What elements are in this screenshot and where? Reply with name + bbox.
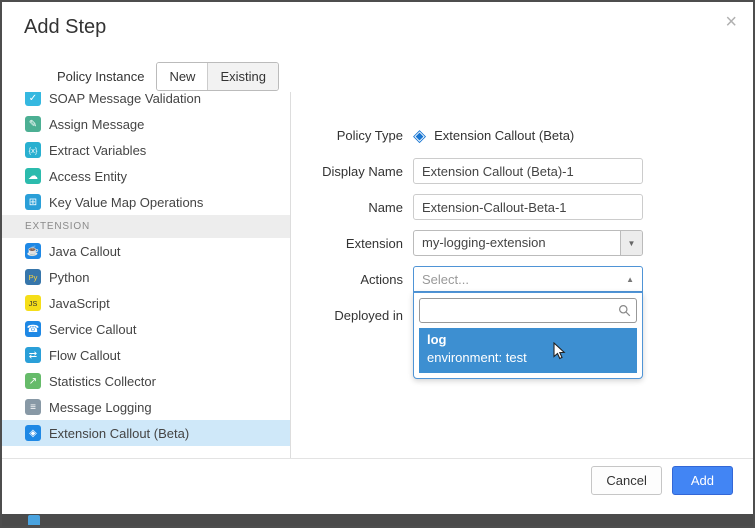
extension-select-value: my-logging-extension <box>414 231 620 255</box>
actions-option-title: log <box>427 331 629 349</box>
add-step-modal: Add Step × Policy Instance New Existing … <box>2 2 753 514</box>
policy-item-label: Extension Callout (Beta) <box>49 426 189 441</box>
extension-callout-policy-icon: ◈ <box>413 127 426 144</box>
access-entity-icon: ☁ <box>25 168 41 184</box>
policy-item-label: Service Callout <box>49 322 136 337</box>
message-logging-icon: ≡ <box>25 399 41 415</box>
flow-callout-icon: ⇄ <box>25 347 41 363</box>
actions-search-input[interactable] <box>419 298 637 323</box>
tab-new[interactable]: New <box>157 63 207 90</box>
key-value-map-icon: ⊞ <box>25 194 41 210</box>
assign-message-icon: ✎ <box>25 116 41 132</box>
policy-item-label: Flow Callout <box>49 348 121 363</box>
actions-label: Actions <box>291 272 403 287</box>
chevron-down-icon: ▼ <box>620 231 642 255</box>
policy-list: ✓ SOAP Message Validation ✎ Assign Message {… <box>2 92 291 458</box>
chevron-up-icon: ▲ <box>626 275 642 284</box>
policy-item-service-callout[interactable]: ☎ Service Callout <box>2 316 290 342</box>
policy-type-value: ◈ Extension Callout (Beta) <box>413 127 643 144</box>
policy-instance-tabs: New Existing <box>156 62 279 91</box>
actions-select[interactable]: Select... ▲ <box>413 266 643 292</box>
policy-instance-row: Policy Instance New Existing <box>57 62 279 91</box>
name-input[interactable] <box>413 194 643 220</box>
policy-item-access-entity[interactable]: ☁ Access Entity <box>2 163 290 189</box>
policy-item-label: Python <box>49 270 89 285</box>
policy-item-javascript[interactable]: JS JavaScript <box>2 290 290 316</box>
policy-item-extension-callout-beta[interactable]: ◈ Extension Callout (Beta) <box>2 420 290 446</box>
display-name-row: Display Name <box>291 158 753 184</box>
deployed-in-label: Deployed in <box>291 308 403 323</box>
policy-item-label: Access Entity <box>49 169 127 184</box>
extension-select[interactable]: my-logging-extension ▼ <box>413 230 643 256</box>
close-icon[interactable]: × <box>725 12 737 32</box>
policy-item-label: SOAP Message Validation <box>49 92 201 106</box>
policy-item-label: Message Logging <box>49 400 152 415</box>
policy-item-label: JavaScript <box>49 296 110 311</box>
modal-body: ✓ SOAP Message Validation ✎ Assign Message {… <box>2 92 753 458</box>
actions-row: Actions Select... ▲ <box>291 266 753 292</box>
add-button[interactable]: Add <box>672 466 733 495</box>
javascript-icon: JS <box>25 295 41 311</box>
java-callout-icon: ☕ <box>25 243 41 259</box>
policy-form: Policy Type ◈ Extension Callout (Beta) D… <box>291 92 753 458</box>
policy-type-row: Policy Type ◈ Extension Callout (Beta) <box>291 122 753 148</box>
search-icon <box>618 304 631 317</box>
python-icon: Py <box>25 269 41 285</box>
actions-select-value: Select... <box>414 272 626 287</box>
policy-item-label: Statistics Collector <box>49 374 156 389</box>
tab-existing[interactable]: Existing <box>207 63 278 90</box>
policy-item-assign-message[interactable]: ✎ Assign Message <box>2 111 290 137</box>
policy-type-label: Policy Type <box>291 128 403 143</box>
extension-callout-icon: ◈ <box>25 425 41 441</box>
policy-item-message-logging[interactable]: ≡ Message Logging <box>2 394 290 420</box>
extension-label: Extension <box>291 236 403 251</box>
actions-option-subtitle: environment: test <box>427 349 629 367</box>
policy-item-label: Assign Message <box>49 117 144 132</box>
name-row: Name <box>291 194 753 220</box>
policy-item-key-value-map-operations[interactable]: ⊞ Key Value Map Operations <box>2 189 290 215</box>
actions-search <box>419 298 637 323</box>
display-name-input[interactable] <box>413 158 643 184</box>
name-label: Name <box>291 200 403 215</box>
statistics-collector-icon: ↗ <box>25 373 41 389</box>
actions-option-log[interactable]: logenvironment: test <box>419 328 637 373</box>
policy-item-statistics-collector[interactable]: ↗ Statistics Collector <box>2 368 290 394</box>
policy-instance-label: Policy Instance <box>57 69 144 84</box>
policy-item-extract-variables[interactable]: {x} Extract Variables <box>2 137 290 163</box>
policy-item-label: Key Value Map Operations <box>49 195 203 210</box>
modal-title: Add Step <box>24 16 106 39</box>
policy-item-flow-callout[interactable]: ⇄ Flow Callout <box>2 342 290 368</box>
cancel-button[interactable]: Cancel <box>591 466 661 495</box>
extension-row: Extension my-logging-extension ▼ <box>291 230 753 256</box>
add-step-modal-screen: Add Step × Policy Instance New Existing … <box>0 0 755 528</box>
policy-item-java-callout[interactable]: ☕ Java Callout <box>2 238 290 264</box>
policy-item-label: Extract Variables <box>49 143 146 158</box>
policy-type-text: Extension Callout (Beta) <box>434 128 574 143</box>
soap-message-validation-icon: ✓ <box>25 92 41 106</box>
actions-dropdown-panel: logenvironment: test <box>413 292 643 379</box>
actions-options: logenvironment: test <box>419 328 637 373</box>
policy-item-label: Java Callout <box>49 244 121 259</box>
display-name-label: Display Name <box>291 164 403 179</box>
policy-item-python[interactable]: Py Python <box>2 264 290 290</box>
policy-section-header: EXTENSION <box>2 215 290 238</box>
service-callout-icon: ☎ <box>25 321 41 337</box>
extract-variables-icon: {x} <box>25 142 41 158</box>
background-icon-fragment <box>28 515 40 525</box>
modal-footer: Cancel Add <box>2 458 753 502</box>
background-page-strip <box>2 514 753 526</box>
policy-item-soap-message-validation[interactable]: ✓ SOAP Message Validation <box>2 92 290 111</box>
